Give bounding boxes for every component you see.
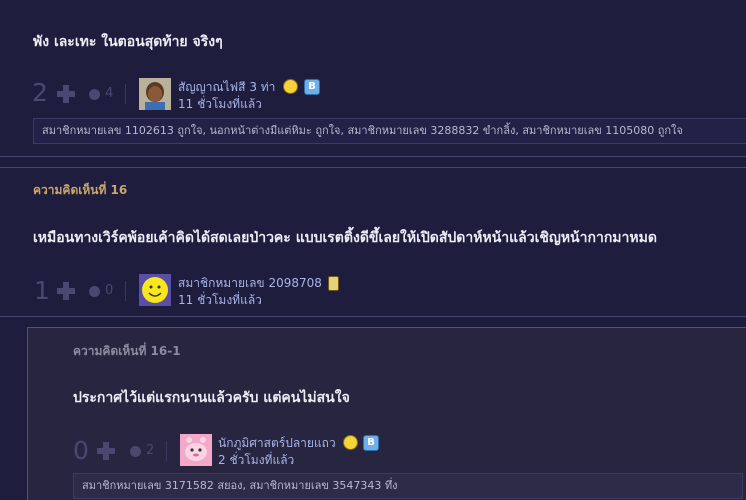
vote-count: 2 (32, 78, 48, 107)
timestamp: 11 ชั่วโมงที่แล้ว (178, 97, 262, 111)
emotion-icon[interactable] (130, 446, 141, 457)
comment-title[interactable]: ความคิดเห็นที่ 16-1 (73, 342, 181, 361)
plus-icon[interactable] (57, 282, 75, 300)
blog-badge-icon: B (363, 435, 379, 451)
comment-text: พัง เละเทะ ในตอนสุดท้าย จริงๆ (33, 34, 223, 50)
comment-title[interactable]: ความคิดเห็นที่ 16 (33, 181, 127, 200)
avatar[interactable] (139, 274, 171, 306)
vote-count: 0 (73, 436, 89, 465)
emotion-count: 0 (105, 283, 114, 298)
divider (166, 441, 167, 461)
divider (0, 156, 746, 157)
avatar[interactable] (180, 434, 212, 466)
divider (125, 281, 126, 301)
comment-text: ประกาศไว้แต่แรกนานแล้วครับ แต่คนไม่สนใจ (73, 390, 350, 406)
emotion-count: 4 (105, 86, 114, 101)
divider (125, 84, 126, 104)
vote-count: 1 (34, 276, 50, 305)
comment-text: เหมือนทางเวิร์คพ้อยเค้าคิดได้สดเลยป่าวคะ… (33, 230, 657, 246)
divider (0, 167, 746, 168)
emotion-icon[interactable] (89, 286, 100, 297)
plus-icon[interactable] (57, 85, 75, 103)
laugh-badge-icon (283, 79, 298, 94)
emotion-count: 2 (146, 443, 155, 458)
emotion-icon[interactable] (89, 89, 100, 100)
plus-icon[interactable] (97, 442, 115, 460)
timestamp: 11 ชั่วโมงที่แล้ว (178, 293, 262, 307)
reaction-list[interactable]: สมาชิกหมายเลข 3171582 สยอง, สมาชิกหมายเล… (73, 473, 743, 499)
reply-16-1: ความคิดเห็นที่ 16-1 ประกาศไว้แต่แรกนานแล… (27, 327, 746, 500)
timestamp: 2 ชั่วโมงที่แล้ว (218, 453, 295, 467)
blog-badge-icon: B (304, 79, 320, 95)
reaction-list[interactable]: สมาชิกหมายเลข 1102613 ถูกใจ, นอกหน้าต่าง… (33, 118, 746, 144)
avatar[interactable] (139, 78, 171, 110)
laugh-badge-icon (343, 435, 358, 450)
phone-badge-icon (328, 276, 339, 291)
divider (0, 316, 746, 317)
